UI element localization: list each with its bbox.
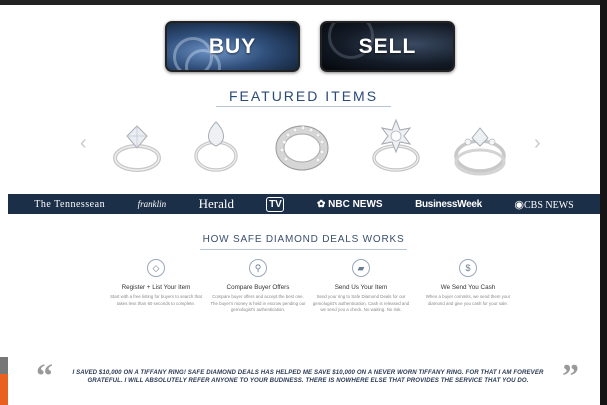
tv-icon: TV bbox=[266, 196, 285, 212]
sell-button[interactable]: SELL bbox=[320, 21, 455, 72]
featured-ring-3[interactable] bbox=[270, 118, 334, 178]
step-title: Register + List Your Item bbox=[121, 284, 191, 291]
pave-band-icon bbox=[275, 125, 329, 171]
left-edge-strip bbox=[0, 357, 8, 405]
pear-ring-icon bbox=[194, 121, 238, 172]
how-divider bbox=[200, 249, 407, 250]
diamond-icon: ◇ bbox=[147, 259, 165, 277]
step-description: When a buyer commits, we send them your … bbox=[425, 294, 511, 306]
step-description: Start with a free listing for buyers to … bbox=[110, 294, 202, 306]
sell-label: SELL bbox=[358, 34, 417, 58]
press-logo-nbc: ✿ NBC NEWS bbox=[316, 198, 383, 210]
halo-ring-icon bbox=[372, 118, 420, 172]
step-compare: ⚲ Compare Buyer Offers Compare buyer off… bbox=[203, 259, 313, 314]
step-title: Send Us Your Item bbox=[334, 284, 388, 291]
press-logo-cbs: ◉CBS NEWS bbox=[514, 198, 574, 211]
featured-ring-1[interactable] bbox=[105, 118, 169, 178]
press-logo-herald: Herald bbox=[198, 196, 234, 211]
featured-ring-2[interactable] bbox=[184, 118, 248, 178]
top-bar bbox=[0, 0, 607, 5]
open-quote-icon: “ bbox=[36, 358, 53, 395]
featured-items-title: FEATURED ITEMS bbox=[228, 88, 379, 104]
step-register: ◇ Register + List Your Item Start with a… bbox=[101, 259, 211, 307]
press-logo-franklin: franklin bbox=[137, 199, 167, 209]
buy-label: BUY bbox=[208, 34, 257, 58]
buy-button[interactable]: BUY bbox=[165, 21, 300, 72]
step-description: Send your ring to Safe Diamond Deals for… bbox=[312, 294, 410, 313]
featured-ring-5[interactable] bbox=[448, 118, 512, 178]
step-send: ▰ Send Us Your Item Send your ring to Sa… bbox=[306, 259, 416, 314]
press-logo-tennessean: The Tennessean bbox=[34, 198, 106, 210]
nbc-text: NBC NEWS bbox=[328, 198, 383, 210]
three-stone-ring-icon bbox=[454, 127, 506, 176]
solitaire-ring-icon bbox=[113, 125, 161, 172]
step-cash: $ We Send You Cash When a buyer commits,… bbox=[413, 259, 523, 307]
step-description: Compare buyer offers and accept the best… bbox=[210, 294, 306, 313]
dollar-icon: $ bbox=[459, 259, 477, 277]
carousel-next-icon[interactable]: › bbox=[534, 132, 541, 155]
featured-divider bbox=[216, 106, 391, 107]
right-edge bbox=[600, 0, 607, 405]
cbs-text: CBS NEWS bbox=[524, 199, 574, 211]
step-title: Compare Buyer Offers bbox=[226, 284, 290, 291]
press-logos-bar: The Tennessean franklin Herald TV ✿ NBC … bbox=[8, 194, 600, 214]
compare-icon: ⚲ bbox=[249, 259, 267, 277]
how-it-works-title: HOW SAFE DIAMOND DEALS WORKS bbox=[202, 234, 405, 245]
press-logo-businessweek: BusinessWeek bbox=[415, 198, 482, 210]
step-title: We Send You Cash bbox=[440, 284, 496, 291]
testimonial-text: I SAVED $10,000 ON A TIFFANY RING! SAFE … bbox=[72, 369, 544, 385]
close-quote-icon: ” bbox=[562, 358, 579, 395]
carousel-prev-icon[interactable]: ‹ bbox=[80, 132, 87, 155]
featured-ring-4[interactable] bbox=[364, 118, 428, 178]
send-icon: ▰ bbox=[352, 259, 370, 277]
